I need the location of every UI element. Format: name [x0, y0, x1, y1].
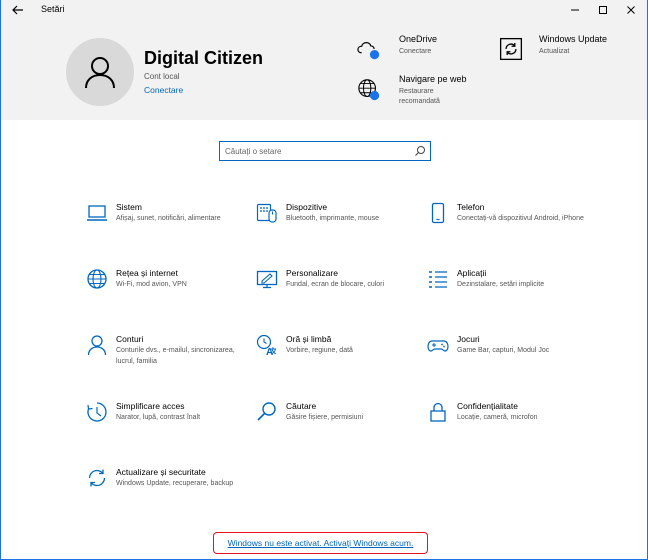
- category-apps[interactable]: Aplicații Dezinstalare, setări implicite: [427, 268, 587, 316]
- svg-text:A: A: [266, 347, 273, 356]
- maximize-icon: [599, 6, 607, 14]
- category-privacy[interactable]: Confidențialitate Locație, cameră, micro…: [427, 401, 587, 449]
- search-icon: [257, 402, 276, 421]
- category-title: Căutare: [286, 401, 317, 411]
- onedrive-status: Conectare: [399, 48, 432, 55]
- user-name: Digital Citizen: [144, 48, 264, 68]
- apps-list-icon: [429, 271, 447, 288]
- search-icon: [415, 146, 425, 156]
- update-sync-icon: [88, 469, 106, 487]
- close-button[interactable]: [617, 0, 645, 20]
- web-browsing-status: Restaurare recomandată: [399, 88, 440, 105]
- category-title: Personalizare: [286, 268, 338, 278]
- category-title: Simplificare acces: [116, 401, 185, 411]
- minimize-button[interactable]: [561, 0, 589, 20]
- category-description: Vorbire, regiune, dată: [286, 347, 353, 354]
- globe-icon: [358, 79, 380, 101]
- header-item-windows-update[interactable]: Windows Update Actualizat: [499, 34, 619, 68]
- search-box[interactable]: [219, 141, 431, 161]
- avatar[interactable]: [66, 38, 134, 106]
- category-title: Oră și limbă: [286, 334, 332, 344]
- category-devices[interactable]: Dispozitive Bluetooth, imprimante, mouse: [256, 202, 416, 250]
- sign-in-link[interactable]: Conectare: [144, 85, 183, 95]
- window-title: Setări: [41, 4, 65, 14]
- category-description: Locație, cameră, microfon: [457, 414, 538, 421]
- windows-update-title: Windows Update: [539, 34, 608, 44]
- phone-icon: [431, 202, 445, 224]
- lock-icon: [430, 402, 446, 422]
- category-ease-of-access[interactable]: Simplificare acces Narator, lupă, contra…: [86, 401, 246, 449]
- gamepad-icon: [427, 340, 449, 352]
- category-title: Actualizare și securitate: [116, 467, 206, 477]
- onedrive-icon: [357, 42, 380, 60]
- category-gaming[interactable]: Jocuri Game Bar, capturi, Modul Joc: [427, 334, 587, 382]
- category-system[interactable]: Sistem Afișaj, sunet, notificări, alimen…: [86, 202, 246, 250]
- header-item-onedrive[interactable]: OneDrive Conectare: [357, 34, 477, 68]
- category-description: Dezinstalare, setări implicite: [457, 281, 545, 288]
- scrollbar[interactable]: [641, 120, 647, 560]
- category-description: Narator, lupă, contrast înalt: [116, 414, 201, 421]
- activation-banner: Windows nu este activat. Activați Window…: [213, 532, 428, 554]
- category-phone[interactable]: Telefon Conectați-vă dispozitivul Androi…: [427, 202, 587, 250]
- close-icon: [627, 6, 635, 14]
- category-description: Conturile dvs., e-mailul, sincronizarea,…: [116, 347, 235, 365]
- minimize-icon: [571, 9, 579, 11]
- activate-windows-link[interactable]: Windows nu este activat. Activați Window…: [228, 538, 414, 548]
- category-title: Sistem: [116, 202, 142, 212]
- time-language-icon: A: [256, 334, 277, 356]
- account-header: Digital Citizen Cont local Conectare One…: [1, 20, 647, 120]
- person-icon: [87, 335, 107, 356]
- category-description: Afișaj, sunet, notificări, alimentare: [116, 215, 221, 222]
- category-description: Wi-Fi, mod avion, VPN: [116, 281, 187, 288]
- category-title: Telefon: [457, 202, 485, 212]
- category-description: Bluetooth, imprimante, mouse: [286, 215, 379, 222]
- title-bar: Setări: [1, 0, 647, 20]
- account-type: Cont local: [144, 72, 180, 81]
- category-update-security[interactable]: Actualizare și securitate Windows Update…: [86, 467, 246, 515]
- devices-icon: [256, 203, 277, 223]
- category-description: Găsire fișiere, permisiuni: [286, 414, 364, 421]
- category-description: Game Bar, capturi, Modul Joc: [457, 347, 550, 354]
- settings-window: Setări Digital Citizen Cont local Conect…: [0, 0, 648, 560]
- header-item-web-browsing[interactable]: Navigare pe web Restaurare recomandată: [357, 74, 477, 110]
- user-icon: [85, 57, 115, 89]
- category-search[interactable]: Căutare Găsire fișiere, permisiuni: [256, 401, 416, 449]
- category-time-language[interactable]: A Oră și limbă Vorbire, regiune, dată: [256, 334, 416, 382]
- category-description: Windows Update, recuperare, backup: [116, 480, 234, 487]
- category-title: Confidențialitate: [457, 401, 518, 411]
- category-title: Rețea și internet: [116, 268, 178, 278]
- category-title: Dispozitive: [286, 202, 328, 212]
- personalization-icon: [256, 270, 278, 289]
- category-title: Conturi: [116, 334, 144, 344]
- web-browsing-title: Navigare pe web: [399, 74, 467, 84]
- maximize-button[interactable]: [589, 0, 617, 20]
- category-title: Jocuri: [457, 334, 480, 344]
- category-accounts[interactable]: Conturi Conturile dvs., e-mailul, sincro…: [86, 334, 246, 382]
- windows-update-icon: [499, 37, 523, 61]
- category-personalization[interactable]: Personalizare Fundal, ecran de blocare, …: [256, 268, 416, 316]
- windows-update-status: Actualizat: [539, 48, 570, 55]
- category-description: Fundal, ecran de blocare, culori: [286, 281, 385, 288]
- category-network[interactable]: Rețea și internet Wi-Fi, mod avion, VPN: [86, 268, 246, 316]
- category-title: Aplicații: [457, 268, 487, 278]
- ease-of-access-icon: [87, 402, 107, 422]
- search-input[interactable]: [225, 144, 405, 158]
- back-arrow-icon: [12, 5, 23, 15]
- onedrive-title: OneDrive: [399, 34, 438, 44]
- laptop-icon: [87, 205, 107, 221]
- back-button[interactable]: [7, 2, 29, 18]
- category-description: Conectați-vă dispozitivul Android, iPhon…: [457, 215, 584, 222]
- globe-icon: [87, 269, 107, 289]
